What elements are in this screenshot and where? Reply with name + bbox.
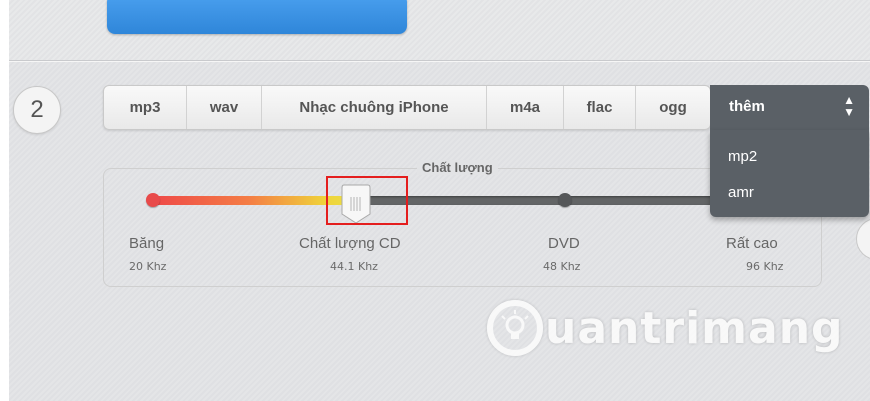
more-formats-select[interactable]: thêm ▲ ▼ [710,85,869,130]
tab-ogg[interactable]: ogg [636,86,710,129]
step-number-badge: 2 [13,86,61,134]
level-label-dvd: DVD [548,235,580,252]
level-label-cd: Chất lượng CD [299,235,401,252]
dropdown-option-amr[interactable]: amr [728,184,754,201]
next-step-badge [856,218,870,260]
format-tabs: mp3 wav Nhạc chuông iPhone m4a flac ogg [103,85,711,130]
primary-action-button[interactable] [107,0,407,34]
tab-iphone-ringtone[interactable]: Nhạc chuông iPhone [262,86,487,129]
level-rate-tape: 20 Khz [129,260,167,273]
level-label-very-high: Rất cao [726,235,778,252]
highlight-box [326,176,408,225]
level-node-dvd[interactable] [558,193,572,207]
tab-flac[interactable]: flac [564,86,636,129]
watermark-text: uantrimang [545,302,844,354]
level-rate-dvd: 48 Khz [543,260,581,273]
more-formats-dropdown: mp2 amr [710,130,869,217]
level-rate-cd: 44.1 Khz [330,260,378,273]
dropdown-option-mp2[interactable]: mp2 [728,148,757,165]
quantrimang-watermark: uantrimang [487,293,844,363]
more-formats-label: thêm [729,98,765,115]
level-rate-very-high: 96 Khz [746,260,784,273]
lightbulb-icon [487,300,543,356]
tab-m4a[interactable]: m4a [487,86,564,129]
quality-title: Chất lượng [417,160,498,175]
tab-mp3[interactable]: mp3 [104,86,187,129]
tab-wav[interactable]: wav [187,86,262,129]
app-panel: 2 mp3 wav Nhạc chuông iPhone m4a flac og… [9,0,870,401]
level-label-tape: Băng [129,235,165,252]
top-bar [9,0,870,61]
level-node-tape[interactable] [146,193,160,207]
up-down-arrows-icon: ▲ ▼ [843,93,855,119]
